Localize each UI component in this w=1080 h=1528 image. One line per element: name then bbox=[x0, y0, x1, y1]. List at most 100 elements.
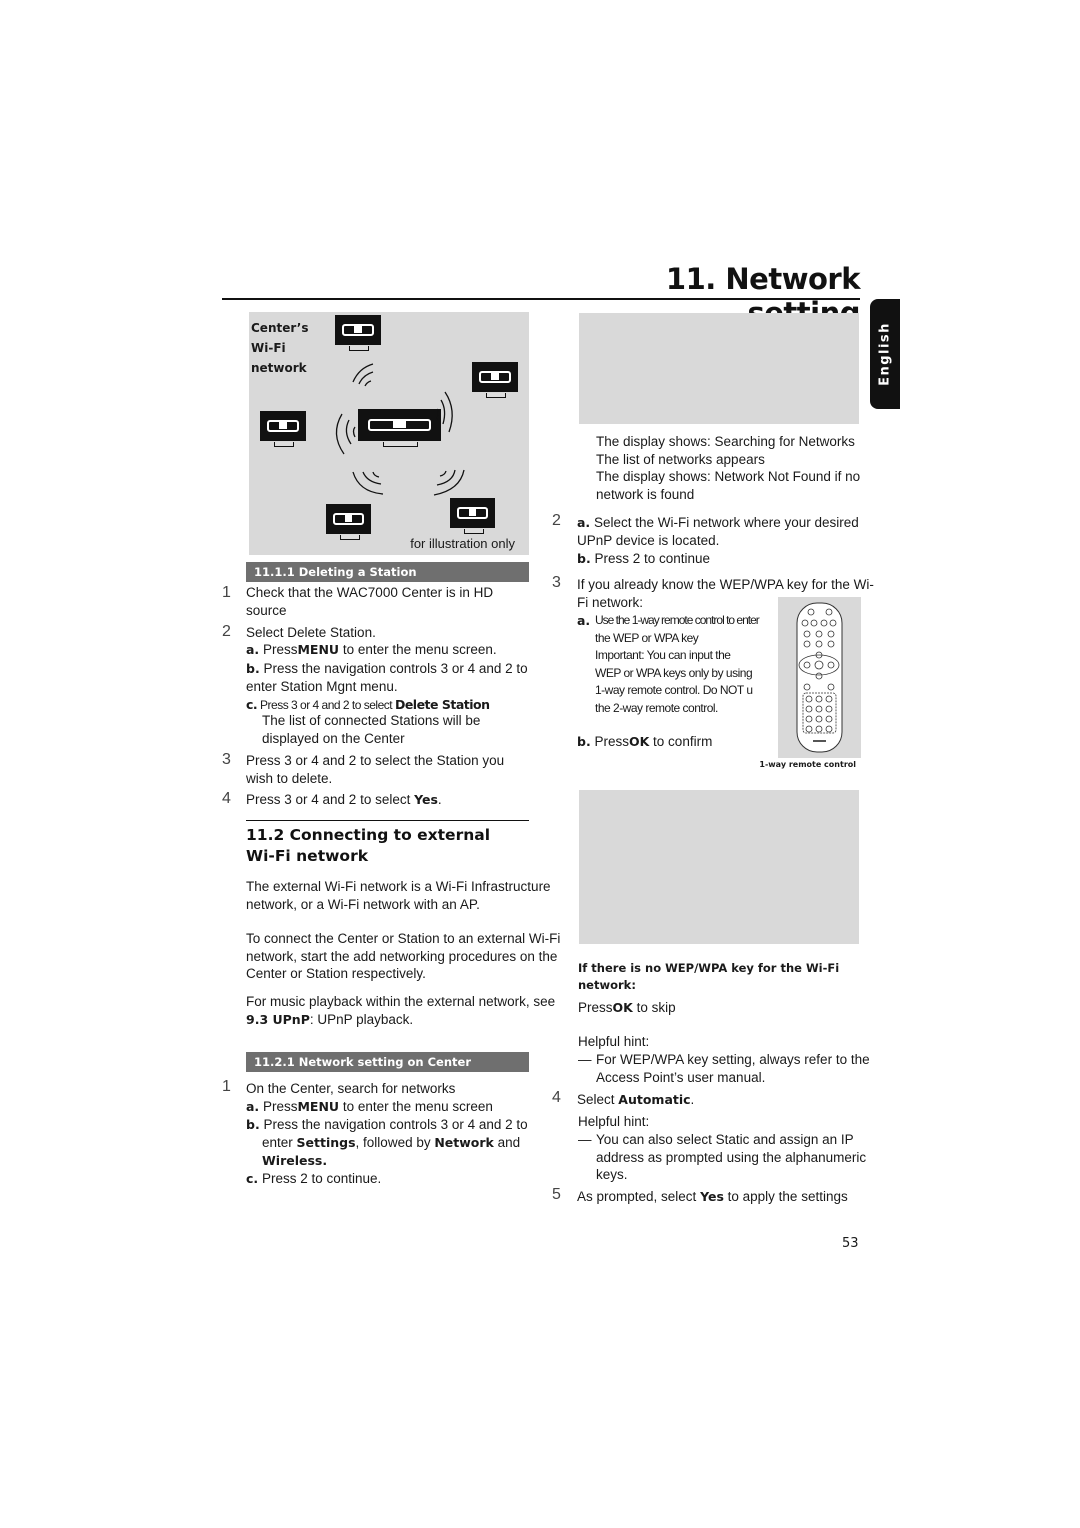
substep: b. Press the navigation controls 3 or 4 … bbox=[246, 1116, 536, 1134]
substep-text: Press the navigation controls 3 or 4 and… bbox=[263, 1117, 528, 1132]
display-status-line: The list of networks appears bbox=[596, 451, 765, 467]
remote-control-caption: 1-way remote control bbox=[759, 760, 856, 769]
remote-control-image bbox=[778, 597, 861, 758]
heading-line: 11.2 Connecting to external bbox=[246, 826, 491, 844]
display-status-line: The display shows: Network Not Found if … bbox=[596, 469, 861, 502]
substep-line: Important: You can input the bbox=[595, 648, 731, 662]
substep-text: to confirm bbox=[649, 734, 713, 749]
substep: b. Press 2 to continue bbox=[577, 550, 710, 568]
display-status-lines: The display shows: Searching for Network… bbox=[596, 433, 886, 503]
menu-key: MENU bbox=[297, 642, 340, 657]
step-text: On the Center, search for networks bbox=[246, 1081, 456, 1096]
step-number: 3 bbox=[552, 574, 561, 591]
menu-option: Settings bbox=[296, 1135, 356, 1150]
step-number: 1 bbox=[222, 584, 231, 601]
ok-key: OK bbox=[628, 734, 650, 749]
substep-label: a. bbox=[577, 515, 591, 530]
substep: c. Press 2 to continue. bbox=[246, 1170, 381, 1188]
substep-label: b. bbox=[246, 661, 260, 676]
dash-bullet: — bbox=[578, 1052, 592, 1067]
step-number: 2 bbox=[552, 512, 561, 529]
step-text: Select Automatic. bbox=[577, 1091, 694, 1109]
substep-line: WEP or WPA keys only by using bbox=[595, 665, 753, 680]
no-key-heading: If there is no WEP/WPA key for the Wi-Fi… bbox=[578, 961, 840, 992]
step-text: Check that the WAC7000 Center is in HD s… bbox=[246, 585, 494, 618]
step-text-part: . bbox=[437, 792, 442, 807]
option-name: Automatic bbox=[618, 1092, 691, 1107]
ok-key: OK bbox=[612, 1000, 633, 1015]
menu-option: Network bbox=[434, 1135, 494, 1150]
substep-label: a. bbox=[246, 642, 260, 657]
step-text: As prompted, select Yes to apply the set… bbox=[577, 1188, 848, 1206]
substep: a. PressMENU to enter the menu screen. bbox=[246, 641, 536, 659]
step-text-part: to apply the settings bbox=[723, 1189, 848, 1204]
helpful-hint-label: Helpful hint: bbox=[578, 1034, 650, 1049]
substep-text-block: Use the 1-way remote control to enter th… bbox=[595, 612, 775, 717]
step-number: 2 bbox=[222, 623, 231, 640]
step-text-part: . bbox=[690, 1092, 695, 1107]
instruction-text: Press bbox=[578, 1000, 613, 1015]
substep-text: Press 2 to continue bbox=[594, 551, 711, 566]
dash-bullet: — bbox=[578, 1132, 592, 1147]
option-name: Delete Station bbox=[394, 697, 490, 712]
substep-line: the 2-way remote control. bbox=[595, 700, 718, 715]
language-tab-label: English bbox=[877, 322, 893, 386]
substep-text: and bbox=[493, 1135, 521, 1150]
hint-text: You can also select Static and assign an… bbox=[596, 1132, 867, 1182]
step-text-part: Press 3 or 4 and 2 to select bbox=[246, 792, 415, 807]
substep: a. PressMENU to enter the menu screen bbox=[246, 1098, 536, 1116]
paragraph: To connect the Center or Station to an e… bbox=[246, 931, 561, 981]
substep-line: 1-way remote control. Do NOT u bbox=[595, 683, 753, 697]
substep-continued: enter Settings, followed by Network and bbox=[262, 1134, 552, 1152]
header-rule bbox=[222, 298, 860, 300]
language-tab: English bbox=[870, 299, 900, 409]
substep-text: to enter the menu screen bbox=[339, 1099, 493, 1114]
substep-text: Press 3 or 4 and 2 to select bbox=[260, 698, 395, 712]
step-number: 5 bbox=[552, 1186, 561, 1203]
substep: b. PressOK to confirm bbox=[577, 733, 712, 751]
section-heading-11-1-1: 11.1.1 Deleting a Station bbox=[246, 562, 529, 582]
step-text: Press 3 or 4 and 2 to select Yes. bbox=[246, 791, 442, 809]
substep-label: a. bbox=[246, 1099, 260, 1114]
no-key-instruction: PressOK to skip bbox=[578, 999, 676, 1017]
hint-text: For WEP/WPA key setting, always refer to… bbox=[596, 1052, 870, 1085]
substep-text: Press bbox=[262, 1099, 298, 1114]
step-number: 4 bbox=[552, 1089, 561, 1106]
step-text-part: As prompted, select bbox=[577, 1189, 701, 1204]
step-text: Select Delete Station. bbox=[246, 625, 376, 640]
display-screenshot-placeholder bbox=[579, 313, 859, 424]
substep-note: The list of connected Stations will be d… bbox=[262, 713, 481, 746]
menu-key: MENU bbox=[297, 1099, 340, 1114]
heading-line: Wi-Fi network bbox=[246, 847, 369, 865]
substep-label: b. bbox=[577, 734, 591, 749]
step-text-part: Select bbox=[577, 1092, 619, 1107]
option-name: Yes bbox=[700, 1189, 724, 1204]
menu-option: Wireless. bbox=[262, 1153, 328, 1168]
substep-text: Press bbox=[262, 642, 298, 657]
cross-reference-link[interactable]: 9.3 UPnP bbox=[246, 1012, 310, 1027]
wifi-network-illustration: Center’s Wi-Fi network for illustration … bbox=[249, 312, 529, 555]
instruction-text: to skip bbox=[632, 1000, 676, 1015]
substep: b. Press the navigation controls 3 or 4 … bbox=[246, 660, 531, 695]
helpful-hint: — You can also select Static and assign … bbox=[578, 1131, 890, 1184]
substep-label: c. bbox=[246, 1171, 259, 1186]
page-number: 53 bbox=[842, 1236, 859, 1251]
step-text: Press 3 or 4 and 2 to select the Station… bbox=[246, 753, 505, 786]
step-number: 1 bbox=[222, 1078, 231, 1095]
helpful-hint: — For WEP/WPA key setting, always refer … bbox=[578, 1051, 890, 1086]
step-number: 4 bbox=[222, 790, 231, 807]
substep-text: Press 2 to continue. bbox=[261, 1171, 382, 1186]
section-divider bbox=[246, 820, 529, 821]
substep-text: , followed by bbox=[355, 1135, 435, 1150]
network-setting-steps: 1 On the Center, search for networks a. … bbox=[222, 1078, 542, 1190]
substep-text: Press the navigation controls 3 or 4 and… bbox=[246, 661, 528, 694]
step-number: 3 bbox=[222, 751, 231, 768]
figure-caption: for illustration only bbox=[410, 536, 515, 551]
section-heading-11-2-1: 11.2.1 Network setting on Center bbox=[246, 1052, 529, 1072]
substep-line: the WEP or WPA key bbox=[595, 630, 699, 645]
wifi-waves-icon bbox=[335, 363, 465, 496]
substep-text: Select the Wi-Fi network where your desi… bbox=[577, 515, 859, 548]
display-status-line: The display shows: Searching for Network… bbox=[596, 434, 855, 449]
paragraph-text: : UPnP playback. bbox=[309, 1011, 414, 1027]
substep-label: c. bbox=[246, 697, 258, 712]
